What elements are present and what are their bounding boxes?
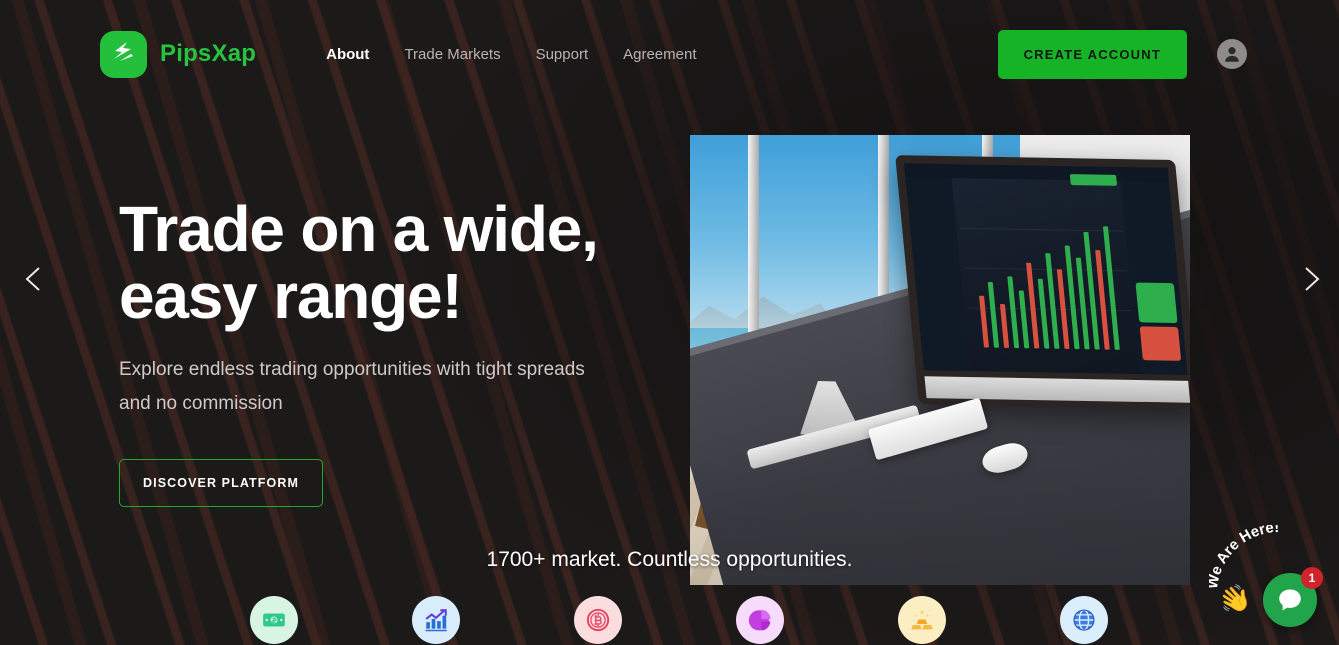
markets-tagline: 1700+ market. Countless opportunities. xyxy=(486,548,853,571)
market-icon-global[interactable] xyxy=(1059,596,1108,644)
chat-unread-badge: 1 xyxy=(1301,567,1323,589)
chevron-left-icon xyxy=(25,267,40,291)
landing-page: PipsXap About Trade Markets Support Agre… xyxy=(0,0,1339,645)
nav-item-support[interactable]: Support xyxy=(536,46,589,63)
header-actions: CREATE ACCOUNT xyxy=(997,29,1247,79)
brand-logo[interactable]: PipsXap xyxy=(100,30,257,78)
market-icon-metals[interactable] xyxy=(897,596,946,644)
discover-platform-button[interactable]: DISCOVER PLATFORM xyxy=(119,458,323,507)
chevron-right-icon xyxy=(1305,267,1320,291)
market-icons-row xyxy=(0,596,1339,644)
hero-title-line-1: Trade on a wide, xyxy=(119,193,599,265)
nav-item-agreement[interactable]: Agreement xyxy=(623,46,696,63)
bitcoin-icon xyxy=(586,608,609,632)
lightning-bolt-icon xyxy=(100,30,147,78)
market-icon-crypto[interactable] xyxy=(573,596,622,644)
bar-chart-icon xyxy=(425,609,447,632)
carousel-next-button[interactable] xyxy=(1295,262,1329,296)
gold-bars-icon xyxy=(910,609,933,630)
hero-content: Trade on a wide, easy range! Explore end… xyxy=(119,196,679,507)
main-navigation: About Trade Markets Support Agreement xyxy=(326,46,696,63)
market-icon-indices[interactable] xyxy=(735,596,784,644)
market-icon-forex[interactable] xyxy=(249,596,298,644)
brand-name: PipsXap xyxy=(160,40,257,67)
nav-item-trade-markets[interactable]: Trade Markets xyxy=(404,46,500,63)
market-icon-stocks[interactable] xyxy=(411,596,460,644)
chat-bubble-icon xyxy=(1279,589,1301,611)
globe-icon xyxy=(1072,609,1095,631)
carousel-prev-button[interactable] xyxy=(16,262,50,296)
chat-widget: We Are Here! 👋 1 xyxy=(1209,525,1331,637)
hero-subtitle: Explore endless trading opportunities wi… xyxy=(119,359,585,414)
hero-title-line-2: easy range! xyxy=(119,259,463,332)
hero-title: Trade on a wide, easy range! xyxy=(119,196,679,329)
site-header: PipsXap About Trade Markets Support Agre… xyxy=(0,0,1339,108)
user-avatar-icon[interactable] xyxy=(1217,39,1247,69)
pie-chart-icon xyxy=(748,609,771,631)
banknote-icon xyxy=(262,613,285,627)
create-account-button[interactable]: CREATE ACCOUNT xyxy=(997,29,1187,79)
nav-item-about[interactable]: About xyxy=(326,46,369,63)
hero-image xyxy=(690,135,1190,585)
